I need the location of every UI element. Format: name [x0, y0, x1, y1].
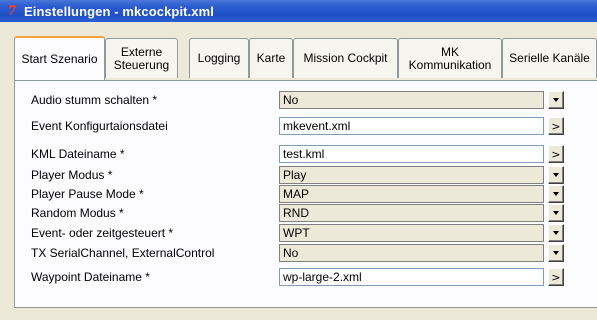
- setting-label: KML Dateiname *: [31, 147, 125, 161]
- setting-label: Player Modus *: [31, 168, 113, 182]
- setting-label: Event Konfigurtaionsdatei: [31, 119, 168, 133]
- dropdown-arrow-button[interactable]: [548, 91, 564, 109]
- input-value: mkevent.xml: [283, 119, 351, 133]
- tab-mk-kommunikation[interactable]: MK Kommunikation: [398, 38, 502, 78]
- dropdown-value: No: [283, 93, 299, 107]
- audio-mute-dropdown[interactable]: No: [279, 91, 544, 109]
- browse-arrow-icon: >: [551, 119, 561, 133]
- app-logo-icon: 7: [7, 3, 17, 19]
- tab-start-szenario[interactable]: Start Szenario: [14, 36, 105, 80]
- chevron-down-icon: [553, 231, 559, 235]
- window-title: Einstellungen - mkcockpit.xml: [24, 3, 214, 19]
- tab-mission-cockpit[interactable]: Mission Cockpit: [293, 38, 398, 78]
- setting-label: Audio stumm schalten *: [31, 93, 158, 107]
- waypoint-filename-input[interactable]: wp-large-2.xml: [279, 268, 544, 286]
- browse-button[interactable]: >: [548, 145, 564, 163]
- player-pause-dropdown[interactable]: MAP: [279, 185, 544, 203]
- browse-arrow-icon: >: [551, 147, 561, 161]
- chevron-down-icon: [553, 251, 559, 255]
- tab-karte[interactable]: Karte: [249, 38, 293, 78]
- setting-label: Player Pause Mode *: [31, 187, 144, 201]
- browse-button[interactable]: >: [548, 268, 564, 286]
- chevron-down-icon: [553, 173, 559, 177]
- chevron-down-icon: [553, 192, 559, 196]
- chevron-down-icon: [553, 98, 559, 102]
- event-time-dropdown[interactable]: WPT: [279, 224, 544, 242]
- event-config-file-input[interactable]: mkevent.xml: [279, 117, 544, 135]
- tx-serial-dropdown[interactable]: No: [279, 244, 544, 262]
- dropdown-arrow-button[interactable]: [548, 204, 564, 222]
- input-value: test.kml: [283, 147, 325, 161]
- dropdown-arrow-button[interactable]: [548, 185, 564, 203]
- tab-serielle-kanaele[interactable]: Serielle Kanäle: [502, 38, 597, 78]
- dropdown-arrow-button[interactable]: [548, 244, 564, 262]
- dropdown-value: RND: [283, 206, 309, 220]
- setting-label: Waypoint Dateiname *: [31, 270, 150, 284]
- dropdown-arrow-button[interactable]: [548, 224, 564, 242]
- tab-label: Mission Cockpit: [303, 51, 388, 65]
- dropdown-arrow-button[interactable]: [548, 166, 564, 184]
- browse-arrow-icon: >: [551, 270, 561, 284]
- setting-label: Event- oder zeitgesteuert *: [31, 226, 174, 240]
- browse-button[interactable]: >: [548, 117, 564, 135]
- player-mode-dropdown[interactable]: Play: [279, 166, 544, 184]
- dropdown-value: Play: [283, 168, 307, 182]
- tab-strip: Start Szenario Externe Steuerung Logging…: [14, 36, 597, 80]
- tab-label: Karte: [256, 51, 286, 65]
- tab-label: Start Szenario: [21, 51, 98, 66]
- tab-label: MK Kommunikation: [408, 44, 492, 72]
- kml-filename-input[interactable]: test.kml: [279, 145, 544, 163]
- tab-externe-steuerung[interactable]: Externe Steuerung: [105, 38, 178, 78]
- dropdown-value: MAP: [283, 187, 310, 201]
- random-mode-dropdown[interactable]: RND: [279, 204, 544, 222]
- dropdown-value: WPT: [283, 226, 310, 240]
- tab-label: Logging: [197, 51, 241, 65]
- tab-label: Serielle Kanäle: [509, 51, 590, 65]
- tab-label: Externe Steuerung: [113, 44, 170, 72]
- dropdown-value: No: [283, 246, 299, 260]
- chevron-down-icon: [553, 211, 559, 215]
- setting-label: TX SerialChannel, ExternalControl: [31, 246, 215, 260]
- tab-logging[interactable]: Logging: [189, 38, 249, 78]
- title-bar[interactable]: 7 Einstellungen - mkcockpit.xml: [0, 0, 597, 22]
- input-value: wp-large-2.xml: [283, 270, 362, 284]
- setting-label: Random Modus *: [31, 206, 124, 220]
